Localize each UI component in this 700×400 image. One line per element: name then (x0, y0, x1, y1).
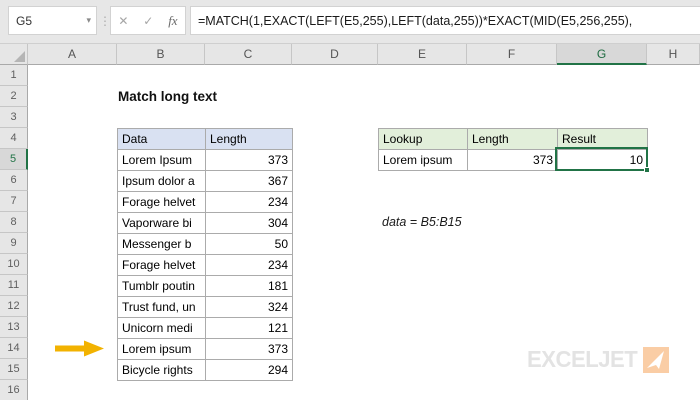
cell-F5[interactable]: 373 (468, 150, 558, 171)
column-header-G[interactable]: G (557, 44, 647, 65)
cell-C9[interactable]: 50 (206, 234, 293, 255)
column-header-row: ABCDEFGH (0, 44, 700, 65)
cell-F4[interactable]: Length (468, 129, 558, 150)
cell-C15[interactable]: 294 (206, 360, 293, 381)
column-header-A[interactable]: A (28, 44, 117, 65)
cancel-icon[interactable]: ✕ (118, 14, 128, 28)
formula-input[interactable]: =MATCH(1,EXACT(LEFT(E5,255),LEFT(data,25… (190, 6, 700, 35)
highlight-arrow-icon (55, 340, 105, 362)
paper-plane-icon (642, 346, 669, 373)
sheet-title[interactable]: Match long text (118, 86, 217, 107)
row-header-3[interactable]: 3 (0, 107, 28, 128)
row-header-1[interactable]: 1 (0, 65, 28, 86)
name-box-dropdown-icon[interactable]: ▾ (86, 15, 96, 26)
exceljet-logo: EXCELJET (527, 346, 669, 373)
row-header-12[interactable]: 12 (0, 296, 28, 317)
column-header-H[interactable]: H (647, 44, 700, 65)
cell-E4[interactable]: Lookup (379, 129, 468, 150)
row-header-16[interactable]: 16 (0, 380, 28, 400)
column-header-C[interactable]: C (205, 44, 292, 65)
row-header-15[interactable]: 15 (0, 359, 28, 380)
cell-B4[interactable]: Data (118, 129, 206, 150)
cell-C12[interactable]: 324 (206, 297, 293, 318)
cell-C5[interactable]: 373 (206, 150, 293, 171)
cell-C8[interactable]: 304 (206, 213, 293, 234)
lookup-table: Lookup Length Result Lorem ipsum 373 10 (378, 128, 648, 171)
name-box[interactable]: G5 ▾ (8, 6, 97, 35)
cell-G4[interactable]: Result (558, 129, 648, 150)
cell-C7[interactable]: 234 (206, 192, 293, 213)
row-header-11[interactable]: 11 (0, 275, 28, 296)
row-header-5[interactable]: 5 (0, 149, 28, 170)
enter-icon[interactable]: ✓ (143, 14, 153, 28)
cell-reference: G5 (16, 13, 33, 28)
cell-B10[interactable]: Forage helvet (118, 255, 206, 276)
cell-B13[interactable]: Unicorn medi (118, 318, 206, 339)
logo-text: EXCELJET (527, 346, 638, 372)
select-all-icon (14, 51, 25, 62)
cell-E5[interactable]: Lorem ipsum (379, 150, 468, 171)
cell-B14[interactable]: Lorem ipsum (118, 339, 206, 360)
named-range-annotation[interactable]: data = B5:B15 (382, 212, 462, 233)
row-header-2[interactable]: 2 (0, 86, 28, 107)
cell-B12[interactable]: Trust fund, un (118, 297, 206, 318)
row-header-10[interactable]: 10 (0, 254, 28, 275)
column-header-D[interactable]: D (292, 44, 378, 65)
formula-bar-strip: G5 ▾ ⋮ ✕ ✓ fx =MATCH(1,EXACT(LEFT(E5,255… (0, 0, 700, 44)
excel-window: G5 ▾ ⋮ ✕ ✓ fx =MATCH(1,EXACT(LEFT(E5,255… (0, 0, 700, 400)
formula-buttons: ✕ ✓ fx (110, 6, 186, 35)
cell-C14[interactable]: 373 (206, 339, 293, 360)
row-header-9[interactable]: 9 (0, 233, 28, 254)
cell-B6[interactable]: Ipsum dolor a (118, 171, 206, 192)
select-all-corner[interactable] (0, 44, 28, 65)
cell-C4[interactable]: Length (206, 129, 293, 150)
data-table: Data Length Lorem Ipsum 373 Ipsum dolor a 367… (117, 128, 293, 381)
row-header-13[interactable]: 13 (0, 317, 28, 338)
cell-B9[interactable]: Messenger b (118, 234, 206, 255)
row-header-6[interactable]: 6 (0, 170, 28, 191)
cell-C6[interactable]: 367 (206, 171, 293, 192)
insert-function-icon[interactable]: fx (168, 13, 177, 29)
column-header-B[interactable]: B (117, 44, 205, 65)
row-header-7[interactable]: 7 (0, 191, 28, 212)
cell-B5[interactable]: Lorem Ipsum (118, 150, 206, 171)
cell-B7[interactable]: Forage helvet (118, 192, 206, 213)
column-header-E[interactable]: E (378, 44, 467, 65)
row-header-14[interactable]: 14 (0, 338, 28, 359)
column-header-F[interactable]: F (467, 44, 557, 65)
cell-G5[interactable]: 10 (558, 150, 648, 171)
cell-B11[interactable]: Tumblr poutin (118, 276, 206, 297)
cell-C10[interactable]: 234 (206, 255, 293, 276)
row-header-8[interactable]: 8 (0, 212, 28, 233)
cell-C11[interactable]: 181 (206, 276, 293, 297)
cell-C13[interactable]: 121 (206, 318, 293, 339)
cell-B15[interactable]: Bicycle rights (118, 360, 206, 381)
row-header-4[interactable]: 4 (0, 128, 28, 149)
cell-B8[interactable]: Vaporware bi (118, 213, 206, 234)
